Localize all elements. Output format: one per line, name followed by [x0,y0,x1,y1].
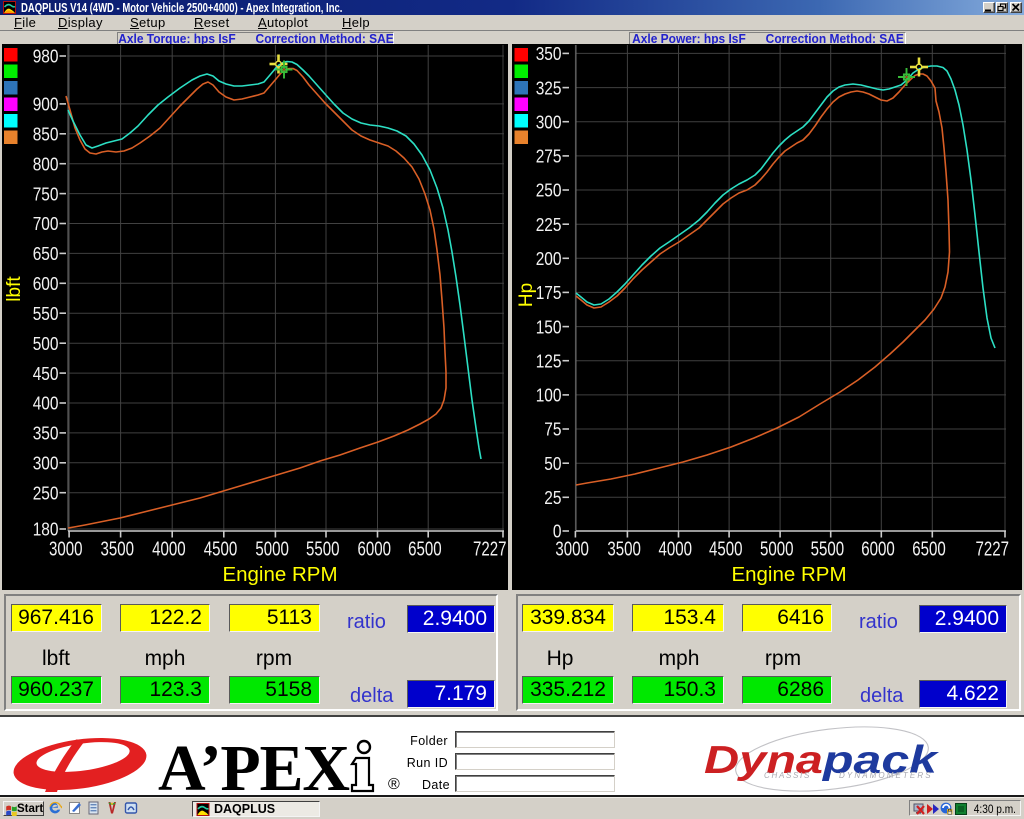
svg-text:7227: 7227 [473,538,507,561]
svg-text:900: 900 [33,94,59,115]
svg-text:4000: 4000 [658,538,692,561]
svg-text:6000: 6000 [861,538,895,561]
svg-text:175: 175 [536,282,562,303]
svg-text:CHASSIS: CHASSIS [764,771,811,780]
svg-text:3500: 3500 [607,538,641,561]
svg-text:450: 450 [33,363,59,384]
svg-text:850: 850 [33,124,59,145]
svg-text:650: 650 [33,243,59,264]
svg-text:5500: 5500 [306,538,340,561]
svg-text:5000: 5000 [760,538,794,561]
svg-text:5500: 5500 [811,538,845,561]
svg-text:350: 350 [33,423,59,444]
svg-text:3000: 3000 [49,538,83,561]
svg-text:980: 980 [33,46,59,67]
svg-text:150: 150 [536,316,562,337]
svg-text:325: 325 [536,77,562,98]
svg-text:A’PEX: A’PEX [158,732,350,796]
svg-text:550: 550 [33,303,59,324]
svg-text:4500: 4500 [204,538,238,561]
svg-text:5000: 5000 [255,538,289,561]
svg-text:750: 750 [33,183,59,204]
svg-text:25: 25 [544,487,561,508]
svg-text:3000: 3000 [555,538,589,561]
svg-text:Hp: Hp [516,283,537,307]
svg-text:75: 75 [544,419,561,440]
svg-text:Engine RPM: Engine RPM [731,563,846,586]
svg-text:350: 350 [536,44,562,64]
svg-text:4000: 4000 [152,538,186,561]
svg-text:125: 125 [536,350,562,371]
svg-text:®: ® [388,776,400,793]
svg-text:300: 300 [33,453,59,474]
svg-text:6500: 6500 [912,538,946,561]
svg-text:4500: 4500 [709,538,743,561]
svg-text:DYNAMOMETERS: DYNAMOMETERS [839,771,933,780]
svg-text:Engine RPM: Engine RPM [222,563,337,586]
svg-text:500: 500 [33,333,59,354]
svg-text:225: 225 [536,214,562,235]
svg-text:600: 600 [33,273,59,294]
svg-text:3500: 3500 [101,538,135,561]
svg-text:300: 300 [536,111,562,132]
svg-text:800: 800 [33,153,59,174]
svg-text:200: 200 [536,248,562,269]
svg-text:7227: 7227 [976,538,1010,561]
svg-text:700: 700 [33,213,59,234]
svg-text:400: 400 [33,393,59,414]
svg-text:100: 100 [536,385,562,406]
svg-text:250: 250 [33,482,59,503]
svg-text:6000: 6000 [357,538,391,561]
svg-text:6500: 6500 [408,538,442,561]
svg-text:250: 250 [536,180,562,201]
svg-text:lbft: lbft [4,276,25,302]
svg-text:275: 275 [536,146,562,167]
svg-text:50: 50 [544,453,561,474]
